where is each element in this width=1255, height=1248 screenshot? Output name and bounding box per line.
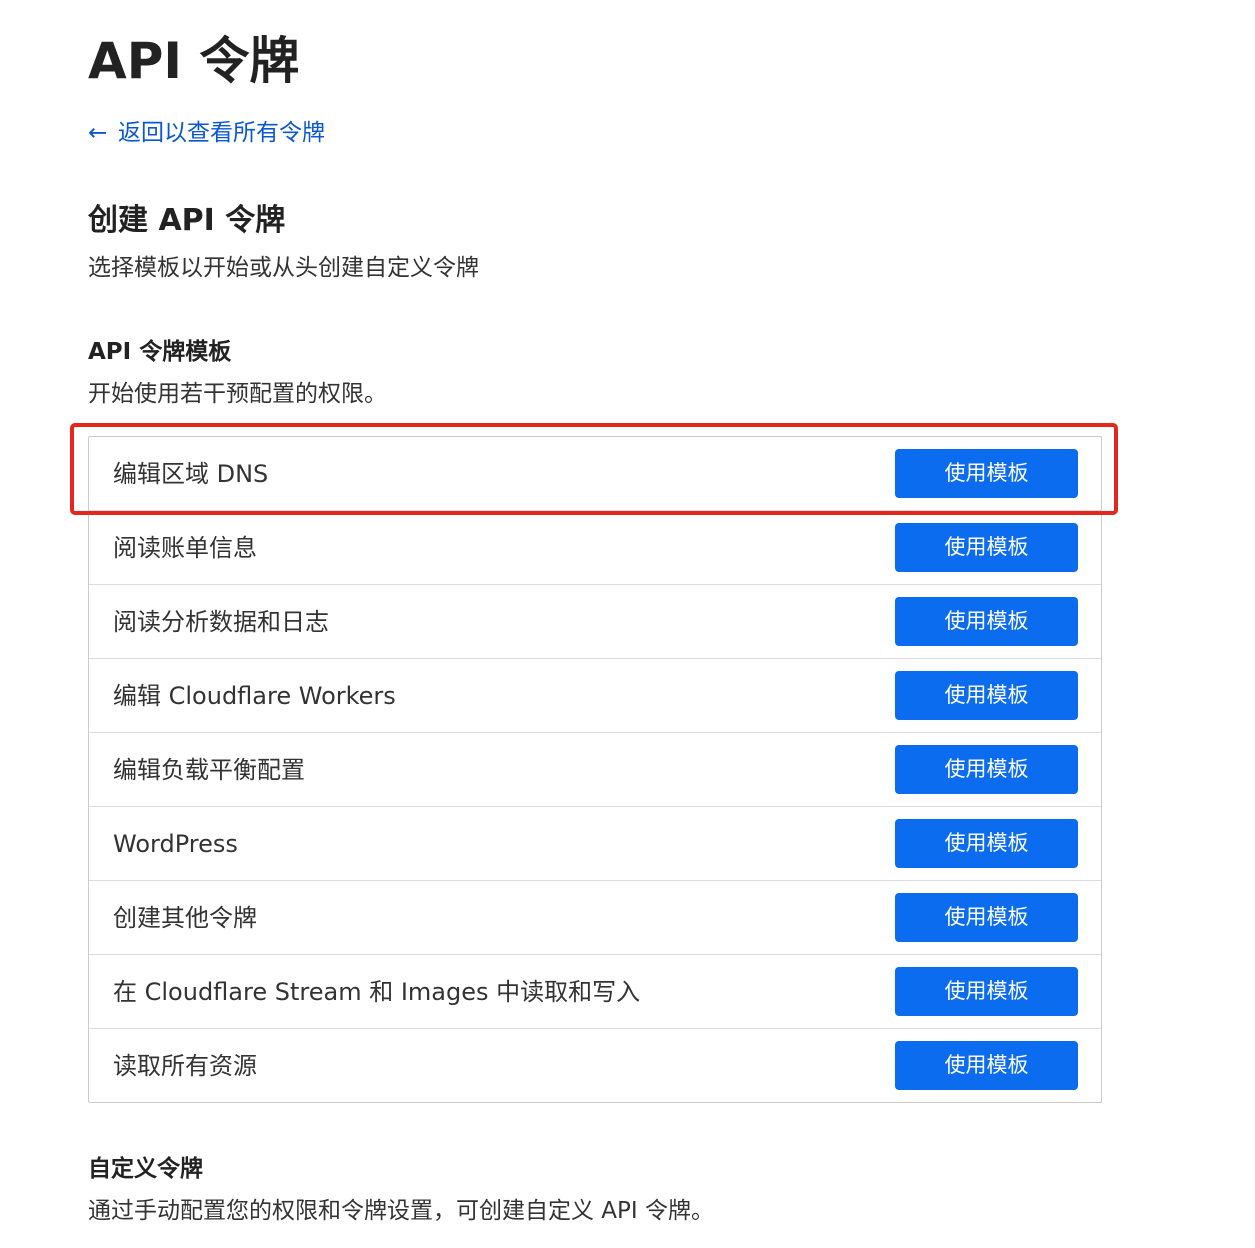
use-template-button[interactable]: 使用模板 — [895, 671, 1078, 720]
use-template-button[interactable]: 使用模板 — [895, 819, 1078, 868]
use-template-button[interactable]: 使用模板 — [895, 967, 1078, 1016]
template-row-read-analytics-logs: 阅读分析数据和日志 使用模板 — [89, 585, 1101, 659]
template-row-stream-images-read-write: 在 Cloudflare Stream 和 Images 中读取和写入 使用模板 — [89, 955, 1101, 1029]
template-name: 读取所有资源 — [113, 1052, 257, 1080]
token-templates-description: 开始使用若干预配置的权限。 — [88, 381, 387, 407]
template-row-edit-cloudflare-workers: 编辑 Cloudflare Workers 使用模板 — [89, 659, 1101, 733]
template-name: 编辑区域 DNS — [113, 460, 269, 488]
template-name: 编辑 Cloudflare Workers — [113, 682, 396, 710]
token-templates-title: API 令牌模板 — [88, 339, 232, 365]
back-to-all-tokens-link[interactable]: ← 返回以查看所有令牌 — [88, 118, 325, 148]
back-link-label: 返回以查看所有令牌 — [118, 120, 325, 146]
use-template-button[interactable]: 使用模板 — [895, 893, 1078, 942]
use-template-button[interactable]: 使用模板 — [895, 523, 1078, 572]
custom-token-title: 自定义令牌 — [88, 1156, 203, 1182]
create-token-title: 创建 API 令牌 — [88, 203, 286, 238]
arrow-left-icon: ← — [88, 120, 108, 146]
use-template-button[interactable]: 使用模板 — [895, 597, 1078, 646]
template-row-read-billing-info: 阅读账单信息 使用模板 — [89, 511, 1101, 585]
token-template-list: 编辑区域 DNS 使用模板 阅读账单信息 使用模板 阅读分析数据和日志 使用模板… — [88, 436, 1102, 1103]
use-template-button[interactable]: 使用模板 — [895, 745, 1078, 794]
template-name: 阅读分析数据和日志 — [113, 608, 329, 636]
template-row-read-all-resources: 读取所有资源 使用模板 — [89, 1029, 1101, 1102]
template-row-create-additional-tokens: 创建其他令牌 使用模板 — [89, 881, 1101, 955]
use-template-button[interactable]: 使用模板 — [895, 1041, 1078, 1090]
template-name: WordPress — [113, 830, 238, 858]
template-name: 阅读账单信息 — [113, 534, 257, 562]
custom-token-description: 通过手动配置您的权限和令牌设置，可创建自定义 API 令牌。 — [88, 1198, 715, 1224]
template-row-wordpress: WordPress 使用模板 — [89, 807, 1101, 881]
use-template-button[interactable]: 使用模板 — [895, 449, 1078, 498]
template-name: 创建其他令牌 — [113, 904, 257, 932]
template-name: 在 Cloudflare Stream 和 Images 中读取和写入 — [113, 978, 641, 1006]
template-row-edit-zone-dns: 编辑区域 DNS 使用模板 — [89, 437, 1101, 511]
template-row-edit-load-balancing: 编辑负载平衡配置 使用模板 — [89, 733, 1101, 807]
template-name: 编辑负载平衡配置 — [113, 756, 305, 784]
page-title: API 令牌 — [88, 32, 300, 90]
create-token-description: 选择模板以开始或从头创建自定义令牌 — [88, 255, 479, 281]
